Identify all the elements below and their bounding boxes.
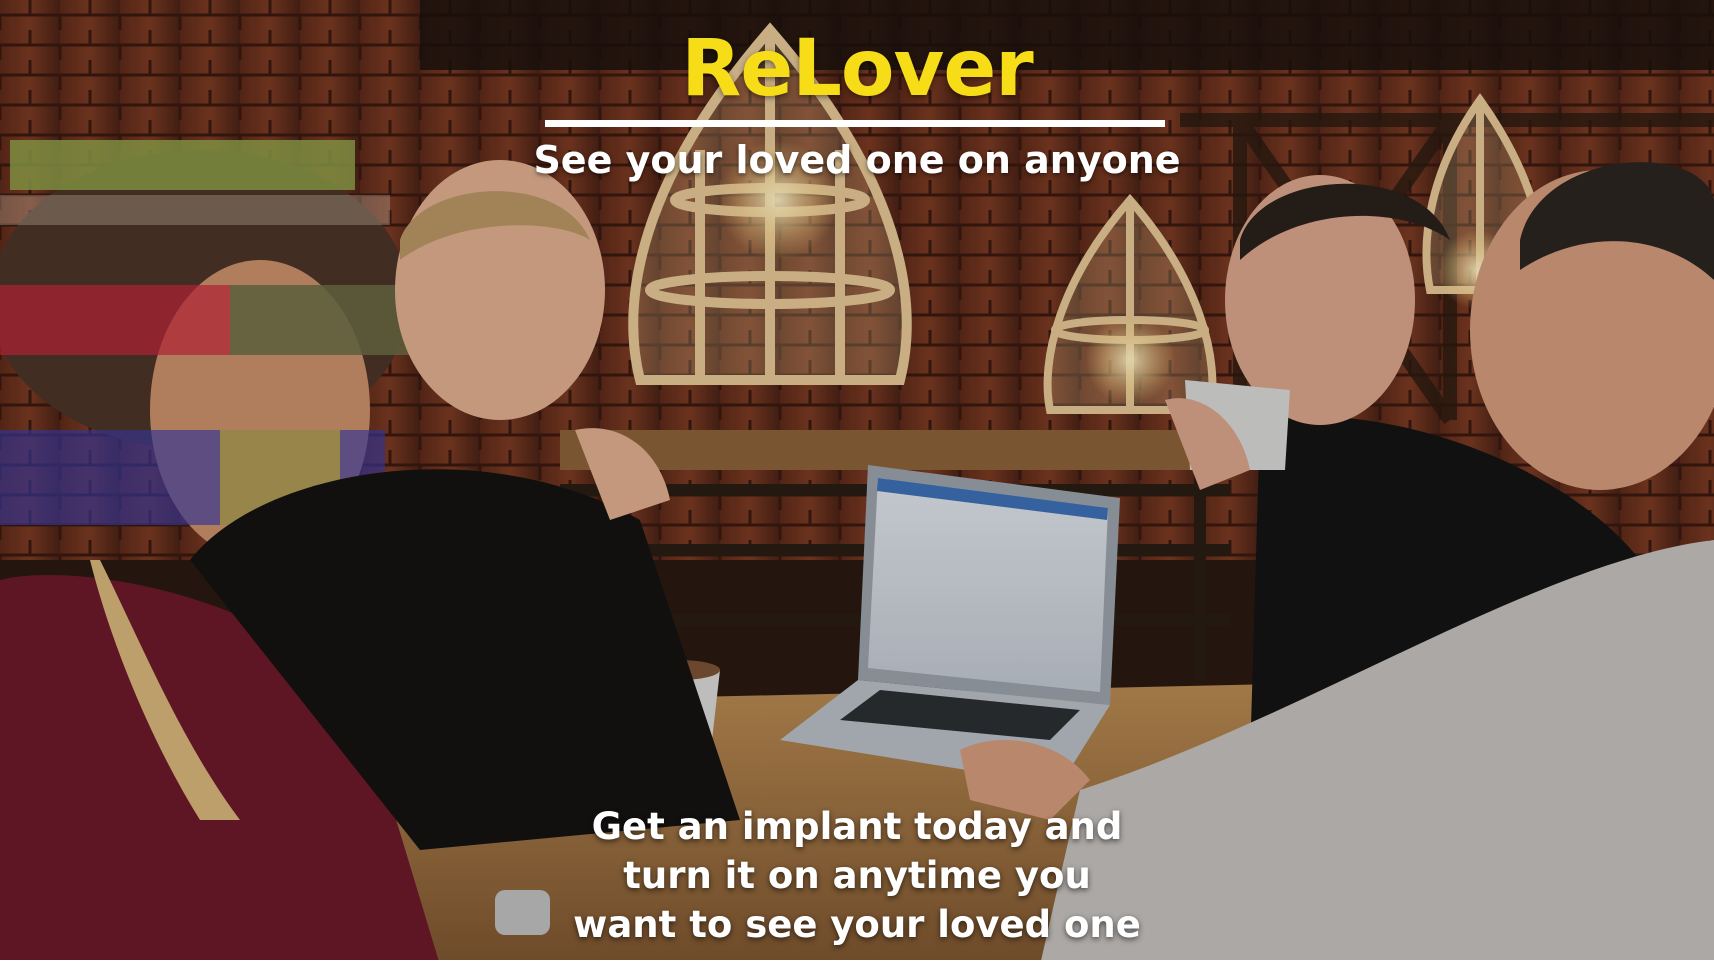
title-underline [545, 120, 1165, 127]
caption-line: Get an implant today and [591, 805, 1123, 848]
subtitle-caption: Get an implant today and turn it on anyt… [457, 802, 1257, 949]
video-frame: ReLover See your loved one on anyone Get… [0, 0, 1714, 965]
brand-title: ReLover [681, 24, 1033, 114]
caption-line: turn it on anytime you [623, 854, 1091, 897]
tagline: See your loved one on anyone [533, 138, 1181, 182]
caption-line: want to see your loved one [573, 903, 1141, 946]
